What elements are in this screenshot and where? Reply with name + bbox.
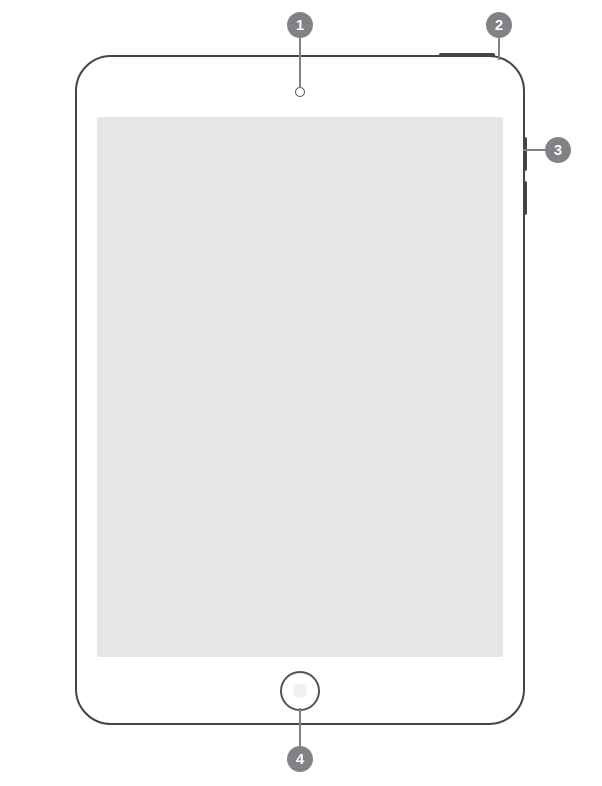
callout-badge: 2: [486, 12, 512, 38]
callout-4: 4: [287, 746, 313, 772]
callout-badge: 1: [287, 12, 313, 38]
callout-badge: 4: [287, 746, 313, 772]
callout-leader-line: [498, 38, 500, 60]
callout-1: 1: [287, 12, 313, 38]
callout-leader-line: [299, 38, 301, 88]
volume-up-button: [523, 137, 527, 171]
callout-badge: 3: [545, 137, 571, 163]
tablet-device: [75, 55, 525, 725]
callout-leader-line: [299, 708, 301, 746]
callout-3: 3: [545, 137, 571, 163]
callout-leader-line: [523, 149, 545, 151]
home-button-ring: [293, 684, 307, 698]
top-button: [439, 53, 495, 57]
volume-down-button: [523, 181, 527, 215]
front-camera: [295, 87, 305, 97]
device-screen: [97, 117, 503, 657]
home-button: [280, 671, 320, 711]
callout-2: 2: [486, 12, 512, 38]
